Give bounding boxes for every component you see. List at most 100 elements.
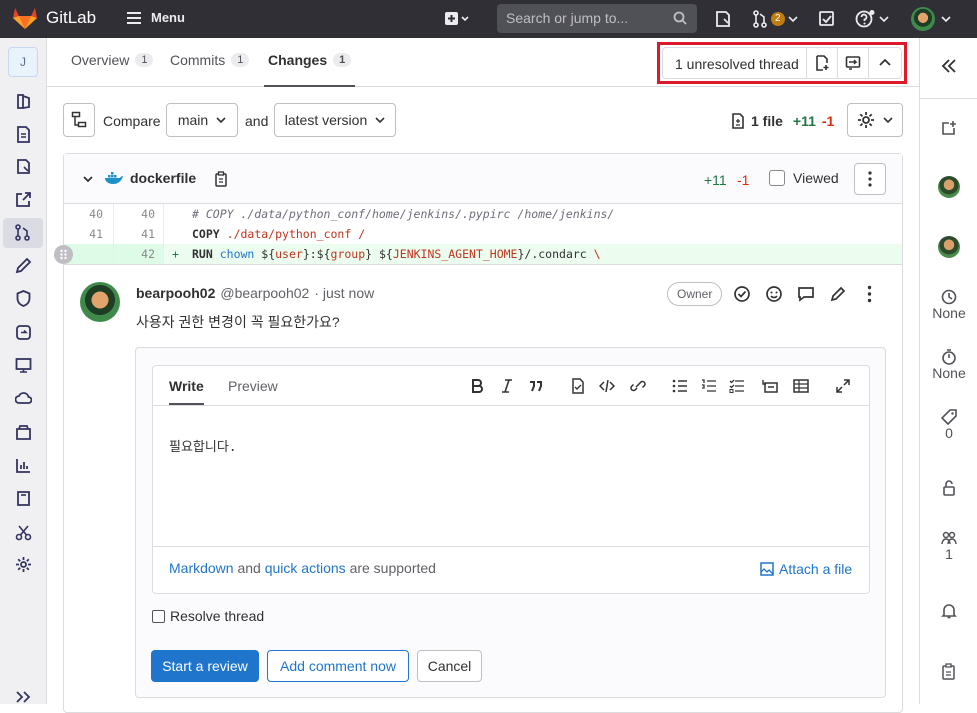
new-line-number[interactable]: 40	[114, 204, 164, 224]
todo-add-icon	[942, 121, 956, 135]
settings-icon[interactable]	[15, 556, 32, 573]
collapsible-section-icon[interactable]	[762, 379, 778, 393]
tab-write[interactable]: Write	[169, 378, 204, 405]
assignee[interactable]	[920, 176, 977, 198]
top-bar: GitLab Menu Search or jump to... 2	[0, 0, 977, 38]
analytics-icon[interactable]	[15, 457, 32, 474]
resolve-check-icon[interactable]	[733, 285, 751, 303]
author-name[interactable]: bearpooh02	[136, 285, 215, 301]
milestone[interactable]: None	[920, 289, 977, 321]
old-line-number[interactable]: 41	[64, 224, 114, 244]
copy-reference-button[interactable]	[920, 663, 977, 681]
reviewer[interactable]	[920, 236, 977, 258]
italic-icon[interactable]	[500, 379, 514, 393]
timer-icon	[942, 349, 956, 365]
copy-path-icon[interactable]	[214, 171, 228, 187]
packages-icon[interactable]	[15, 424, 32, 441]
bullet-list-icon[interactable]	[672, 379, 688, 393]
file-thread-icon	[816, 55, 829, 71]
chevron-down-icon[interactable]	[83, 175, 93, 183]
todos-nav[interactable]	[819, 10, 835, 28]
cancel-button[interactable]: Cancel	[417, 650, 482, 682]
user-menu[interactable]	[911, 7, 951, 31]
ci-cd-icon[interactable]	[15, 257, 32, 274]
emoji-icon[interactable]	[765, 285, 783, 303]
reply-textarea[interactable]: 필요합니다.	[169, 436, 237, 455]
collapse-sidebar-icon[interactable]	[15, 688, 32, 705]
tab-commits[interactable]: Commits 1	[170, 52, 250, 68]
merge-requests-icon[interactable]	[3, 218, 43, 248]
attach-file-button[interactable]: Attach a file	[760, 561, 852, 577]
add-comment-button[interactable]: Add comment now	[267, 650, 409, 682]
code-icon[interactable]	[599, 379, 615, 393]
infrastructure-icon[interactable]	[15, 390, 32, 407]
user-avatar	[911, 7, 935, 31]
insert-file-icon[interactable]	[571, 378, 585, 394]
new-dropdown[interactable]	[444, 10, 470, 28]
collapse-threads-button[interactable]	[869, 48, 900, 78]
bold-icon[interactable]	[470, 379, 484, 393]
comment-time[interactable]: · just now	[314, 285, 374, 301]
jump-to-file-button[interactable]	[807, 48, 838, 78]
security-icon[interactable]	[15, 290, 32, 307]
tab-changes[interactable]: Changes 1	[263, 52, 356, 87]
task-list-icon[interactable]	[729, 379, 745, 393]
quote-icon[interactable]	[528, 379, 544, 393]
image-icon	[760, 562, 774, 576]
author-avatar[interactable]	[80, 282, 120, 322]
issues-nav[interactable]	[715, 10, 731, 28]
start-review-button[interactable]: Start a review	[151, 650, 259, 682]
merge-requests-nav[interactable]: 2	[752, 10, 798, 28]
menu-button[interactable]: Menu	[126, 10, 185, 25]
edit-pencil-icon[interactable]	[829, 285, 847, 303]
new-line-number[interactable]: 42	[114, 244, 164, 264]
search-input[interactable]: Search or jump to...	[497, 4, 697, 33]
checkbox-box[interactable]	[769, 170, 785, 186]
gear-icon	[858, 112, 874, 128]
participants[interactable]: 1	[920, 530, 977, 562]
wiki-icon[interactable]	[15, 490, 32, 507]
snippets-icon[interactable]	[15, 524, 32, 541]
time-tracking[interactable]: None	[920, 349, 977, 381]
project-overview-icon[interactable]	[15, 93, 32, 110]
old-line-number[interactable]: 40	[64, 204, 114, 224]
file-tree-toggle[interactable]	[63, 103, 95, 137]
table-icon[interactable]	[793, 379, 809, 393]
deployments-icon[interactable]	[15, 324, 32, 341]
next-thread-button[interactable]	[838, 48, 869, 78]
viewed-checkbox[interactable]: Viewed	[769, 170, 839, 186]
link-icon[interactable]	[630, 379, 646, 393]
lock-discussion[interactable]	[920, 480, 977, 496]
checkbox-box[interactable]	[152, 609, 165, 623]
tab-preview[interactable]: Preview	[228, 378, 278, 394]
diff-line-added: 42 + RUN chown ${user}:${group} ${JENKIN…	[64, 244, 902, 264]
gitlab-logo[interactable]: GitLab	[12, 6, 96, 30]
markdown-link[interactable]: Markdown	[169, 560, 234, 576]
help-dropdown[interactable]	[855, 10, 889, 28]
project-avatar[interactable]: J	[8, 47, 38, 77]
reply-icon[interactable]	[797, 285, 815, 303]
monitor-icon[interactable]	[15, 357, 32, 374]
notifications-toggle[interactable]	[920, 603, 977, 619]
file-name[interactable]: dockerfile	[130, 170, 196, 186]
kebab-menu-icon[interactable]	[867, 285, 872, 303]
numbered-list-icon[interactable]	[701, 379, 717, 393]
diff-settings-dropdown[interactable]	[847, 103, 903, 137]
issues-icon[interactable]	[15, 158, 32, 175]
fullscreen-icon[interactable]	[836, 379, 850, 393]
resolve-thread-checkbox[interactable]: Resolve thread	[152, 608, 264, 624]
base-branch-dropdown[interactable]: main	[166, 103, 238, 137]
quick-actions-link[interactable]: quick actions	[265, 560, 346, 576]
external-link-icon[interactable]	[15, 191, 32, 208]
labels[interactable]: 0	[920, 409, 977, 441]
version-dropdown[interactable]: latest version	[274, 103, 396, 137]
drag-handle[interactable]	[54, 245, 73, 264]
repository-icon[interactable]	[15, 126, 32, 143]
file-options-button[interactable]	[854, 163, 886, 195]
add-todo-button[interactable]	[920, 120, 977, 136]
author-handle[interactable]: @bearpooh02	[220, 285, 309, 301]
unresolved-thread-count[interactable]: 1 unresolved thread	[663, 48, 807, 78]
collapse-right-sidebar[interactable]	[920, 59, 977, 73]
new-line-number[interactable]: 41	[114, 224, 164, 244]
tab-overview[interactable]: Overview 1	[71, 52, 154, 68]
